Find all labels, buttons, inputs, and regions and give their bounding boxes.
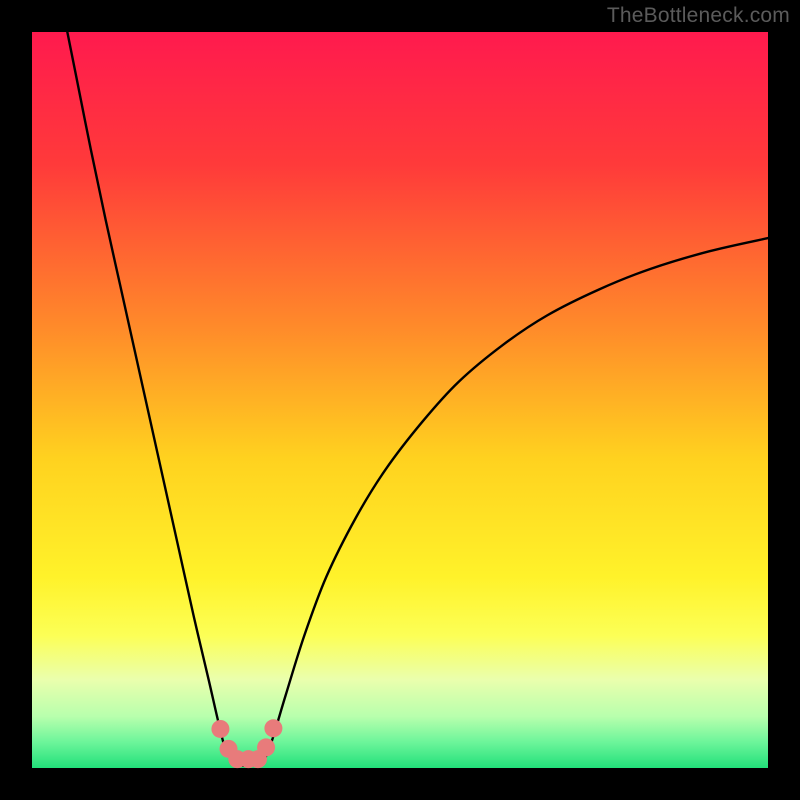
optimal-marker bbox=[257, 738, 275, 756]
plot-background bbox=[32, 32, 768, 768]
chart-frame: TheBottleneck.com bbox=[0, 0, 800, 800]
optimal-marker bbox=[211, 720, 229, 738]
chart-svg bbox=[0, 0, 800, 800]
optimal-marker bbox=[264, 719, 282, 737]
watermark-text: TheBottleneck.com bbox=[607, 4, 790, 28]
